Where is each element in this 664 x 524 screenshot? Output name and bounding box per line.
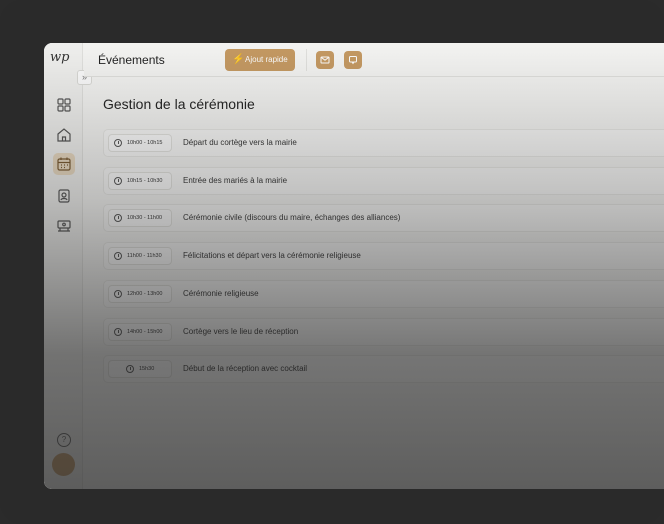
time-badge: 10h00 - 10h15 bbox=[108, 134, 172, 152]
quick-add-button[interactable]: ⚡ Ajout rapide bbox=[225, 49, 295, 71]
mail-button[interactable] bbox=[316, 51, 334, 69]
event-label: Cérémonie civile (discours du maire, éch… bbox=[183, 213, 401, 222]
lightning-icon: ⚡ bbox=[232, 54, 245, 65]
quick-add-label: Ajout rapide bbox=[245, 55, 288, 64]
dashboard-icon[interactable] bbox=[56, 97, 72, 113]
chat-button[interactable] bbox=[344, 51, 362, 69]
event-label: Départ du cortège vers la mairie bbox=[183, 138, 297, 147]
avatar[interactable] bbox=[52, 453, 75, 476]
home-icon[interactable] bbox=[56, 127, 72, 143]
event-row[interactable]: 15h30 Début de la réception avec cocktai… bbox=[103, 355, 664, 383]
clock-icon bbox=[114, 214, 122, 222]
time-badge: 10h30 - 11h00 bbox=[108, 209, 172, 227]
event-row[interactable]: 10h00 - 10h15 Départ du cortège vers la … bbox=[103, 129, 664, 157]
clock-icon bbox=[114, 290, 122, 298]
event-label: Félicitations et départ vers la cérémoni… bbox=[183, 251, 361, 260]
device-frame: wp ? » Événements ⚡ Ajout rapide Gestion… bbox=[0, 0, 664, 524]
event-label: Cérémonie religieuse bbox=[183, 289, 259, 298]
event-label: Entrée des mariés à la mairie bbox=[183, 176, 288, 185]
header-divider bbox=[306, 49, 307, 71]
event-row[interactable]: 10h30 - 11h00 Cérémonie civile (discours… bbox=[103, 204, 664, 232]
app-logo[interactable]: wp bbox=[50, 50, 78, 68]
time-badge: 11h00 - 11h30 bbox=[108, 247, 172, 265]
event-row[interactable]: 14h00 - 15h00 Cortège vers le lieu de ré… bbox=[103, 318, 664, 346]
clock-icon bbox=[114, 328, 122, 336]
clock-icon bbox=[114, 252, 122, 260]
gift-icon[interactable] bbox=[56, 218, 72, 234]
event-label: Début de la réception avec cocktail bbox=[183, 364, 308, 373]
time-badge: 15h30 bbox=[108, 360, 172, 378]
clock-icon bbox=[114, 139, 122, 147]
event-row[interactable]: 12h00 - 13h00 Cérémonie religieuse bbox=[103, 280, 664, 308]
event-row[interactable]: 10h15 - 10h30 Entrée des mariés à la mai… bbox=[103, 167, 664, 195]
clock-icon bbox=[114, 177, 122, 185]
page-title: Gestion de la cérémonie bbox=[103, 96, 255, 112]
time-badge: 14h00 - 15h00 bbox=[108, 323, 172, 341]
contacts-icon[interactable] bbox=[56, 188, 72, 204]
time-badge: 12h00 - 13h00 bbox=[108, 285, 172, 303]
calendar-icon[interactable] bbox=[53, 153, 75, 175]
top-header: Événements ⚡ Ajout rapide bbox=[84, 43, 664, 77]
event-label: Cortège vers le lieu de réception bbox=[183, 327, 299, 336]
time-badge: 10h15 - 10h30 bbox=[108, 172, 172, 190]
page-section-title: Événements bbox=[98, 53, 165, 67]
app-screen: wp ? » Événements ⚡ Ajout rapide Gestion… bbox=[44, 43, 664, 489]
help-icon[interactable]: ? bbox=[57, 433, 71, 447]
clock-icon bbox=[126, 365, 134, 373]
sidebar: wp ? bbox=[44, 43, 83, 489]
event-row[interactable]: 11h00 - 11h30 Félicitations et départ ve… bbox=[103, 242, 664, 270]
